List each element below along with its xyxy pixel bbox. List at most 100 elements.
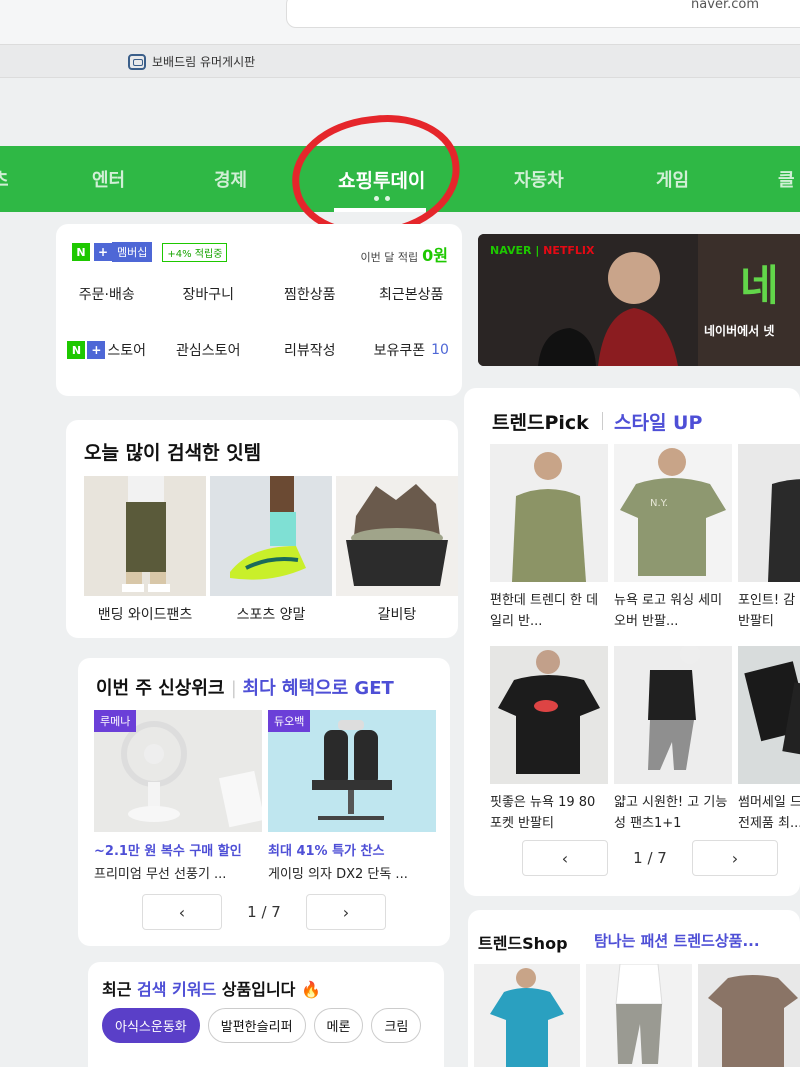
- product-row: [474, 964, 800, 1067]
- pager: ‹ 1 / 7 ›: [522, 840, 778, 876]
- section-title-text: 이번 주 신상위크: [96, 678, 225, 699]
- keyword-chip[interactable]: 메론: [313, 1008, 364, 1043]
- next-button[interactable]: ›: [692, 840, 778, 876]
- section-title: 오늘 많이 검색한 잇템: [84, 442, 262, 464]
- trend-item[interactable]: N.Y. 뉴욕 로고 워싱 세미오버 반팔...: [614, 444, 732, 632]
- bookmark-label: 보배드림 유머게시판: [152, 55, 256, 69]
- promo-text: ~2.1만 원 복수 구매 할인: [94, 844, 242, 859]
- membership-menu: 주문·배송 장바구니 찜한상품 최근본상품 N + 스토어 관심스토어 리뷰작성 …: [56, 284, 462, 360]
- product-image: 듀오백: [268, 710, 436, 832]
- product-item[interactable]: 밴딩 와이드팬츠: [84, 476, 206, 624]
- product-row: 밴딩 와이드팬츠 스포츠 양말 갈비탕: [84, 476, 458, 624]
- title-separator: [602, 412, 603, 430]
- naver-logo-text: NAVER: [490, 244, 532, 257]
- product-image[interactable]: [474, 964, 580, 1067]
- bookmark-item[interactable]: 보배드림 유머게시판: [128, 53, 255, 70]
- trend-shop-card: 트렌드Shop 탐나는 패션 트렌드상품...: [468, 910, 800, 1067]
- banner-headline: 네: [740, 261, 779, 310]
- keyword-chip[interactable]: 크림: [371, 1008, 422, 1043]
- nav-item-shopping-today[interactable]: 쇼핑투데이: [338, 166, 425, 193]
- title-part: 최근: [102, 980, 132, 999]
- product-image: [738, 646, 800, 784]
- car-icon: [128, 53, 146, 70]
- menu-label: 보유쿠폰: [373, 343, 426, 359]
- menu-label: 장바구니: [182, 287, 235, 303]
- svg-text:N.Y.: N.Y.: [650, 498, 668, 509]
- product-name: 핏좋은 뉴욕 19 80 포켓 반팔티: [490, 795, 596, 831]
- monthly-earned-value: 0원: [422, 246, 448, 265]
- trend-item[interactable]: 포인트! 감 리팅 반팔티: [738, 444, 800, 632]
- menu-fav-store[interactable]: 관심스토어: [158, 340, 260, 360]
- product-image: [84, 476, 206, 596]
- naver-n-icon: N: [72, 243, 90, 261]
- product-item[interactable]: 루메나 ~2.1만 원 복수 구매 할인 프리미엄 무선 선풍기 ...: [94, 710, 262, 882]
- brand-tag: 루메나: [94, 710, 137, 732]
- menu-label: 스토어: [107, 343, 147, 359]
- product-image[interactable]: [698, 964, 800, 1067]
- menu-label: 관심스토어: [176, 343, 241, 359]
- trend-item[interactable]: 핏좋은 뉴욕 19 80 포켓 반팔티: [490, 646, 608, 834]
- membership-card: N + 멤버십 +4% 적립중 이번 달 적립 0원 주문·배송 장바구니 찜한상…: [56, 224, 462, 396]
- netflix-banner[interactable]: NAVER | NETFLIX 네 네이버에서 넷: [478, 234, 800, 366]
- earn-rate-badge: +4% 적립중: [162, 242, 228, 262]
- product-item[interactable]: 스포츠 양말: [210, 476, 332, 624]
- menu-coupons[interactable]: 보유쿠폰 10: [361, 340, 463, 360]
- banner-text: 네이버에서 넷: [704, 324, 775, 338]
- product-name: 포인트! 감 리팅 반팔티: [738, 593, 800, 629]
- prev-button[interactable]: ‹: [522, 840, 608, 876]
- keyword-chip[interactable]: 아식스운동화: [102, 1008, 200, 1043]
- prev-button[interactable]: ‹: [142, 894, 222, 930]
- menu-store[interactable]: N + 스토어: [56, 340, 158, 360]
- menu-recent[interactable]: 최근본상품: [361, 284, 463, 304]
- address-bar[interactable]: naver.com: [286, 0, 800, 28]
- recent-keywords-card: 최근 검색 키워드 상품입니다 🔥 아식스운동화 발편한슬리퍼 메론 크림: [88, 962, 444, 1067]
- menu-label: 리뷰작성: [283, 343, 336, 359]
- product-name: 스포츠 양말: [236, 607, 306, 623]
- product-name: 썸머세일 드로 즈 전제품 최...: [738, 795, 800, 831]
- chevron-right-icon: ›: [342, 902, 350, 922]
- keyword-chip[interactable]: 발편한슬리퍼: [207, 1008, 306, 1043]
- next-button[interactable]: ›: [306, 894, 386, 930]
- plus-icon: +: [94, 243, 112, 261]
- monthly-earned-label: 이번 달 적립: [360, 251, 419, 264]
- netflix-logo-text: NETFLIX: [543, 244, 595, 257]
- nav-item-more[interactable]: 클: [778, 166, 795, 192]
- url-text: naver.com: [691, 0, 759, 12]
- product-image[interactable]: [586, 964, 692, 1067]
- section-title: 이번 주 신상위크 | 최다 혜택으로 GET: [96, 678, 394, 699]
- chevron-right-icon: ›: [731, 848, 739, 868]
- trend-item[interactable]: 편한데 트렌디 한 데일리 반...: [490, 444, 608, 632]
- page-indicator: 1 / 7: [247, 903, 281, 921]
- menu-cart[interactable]: 장바구니: [158, 284, 260, 304]
- trend-item[interactable]: 얇고 시원한! 고 기능성 팬츠1+1: [614, 646, 732, 834]
- product-name: 밴딩 와이드팬츠: [97, 607, 193, 623]
- product-image: N.Y.: [614, 444, 732, 582]
- product-item[interactable]: 갈비탕: [336, 476, 458, 624]
- plus-icon: +: [87, 341, 106, 359]
- promo-text: 최대 41% 특가 찬스: [268, 844, 385, 859]
- product-name: 갈비탕: [377, 607, 417, 623]
- naver-n-icon: N: [67, 341, 86, 359]
- product-name: 편한데 트렌디 한 데일리 반...: [490, 593, 599, 629]
- trend-pick-card: 트렌드Pick 스타일 UP 편한데 트렌디 한 데일리 반... N.Y. 뉴…: [464, 388, 800, 896]
- menu-orders[interactable]: 주문·배송: [56, 284, 158, 304]
- nav-item-game[interactable]: 게임: [656, 166, 689, 192]
- trend-item[interactable]: 썸머세일 드로 즈 전제품 최...: [738, 646, 800, 834]
- product-image: [210, 476, 332, 596]
- product-image: [738, 444, 800, 582]
- section-title: 트렌드Pick: [492, 412, 589, 434]
- category-nav: 츠 엔터 경제 쇼핑투데이 자동차 게임 클: [0, 146, 800, 212]
- title-part: 상품입니다 🔥: [221, 980, 321, 999]
- product-image: [614, 646, 732, 784]
- menu-review[interactable]: 리뷰작성: [259, 340, 361, 360]
- section-subtitle: 탐나는 패션 트렌드상품...: [594, 932, 760, 950]
- product-item[interactable]: 듀오백 최대 41% 특가 찬스 게이밍 의자 DX2 단독 ...: [268, 710, 436, 882]
- membership-badge[interactable]: N + 멤버십 +4% 적립중: [72, 242, 228, 262]
- most-searched-card: 오늘 많이 검색한 잇템 밴딩 와이드팬츠 스포츠 양말 갈비탕: [66, 420, 458, 638]
- menu-wishlist[interactable]: 찜한상품: [259, 284, 361, 304]
- nav-item-auto[interactable]: 자동차: [514, 166, 564, 192]
- membership-label: 멤버십: [112, 242, 153, 262]
- nav-item-entertainment[interactable]: 엔터: [92, 166, 125, 192]
- nav-item-sports[interactable]: 츠: [0, 166, 9, 192]
- nav-item-economy[interactable]: 경제: [214, 166, 247, 192]
